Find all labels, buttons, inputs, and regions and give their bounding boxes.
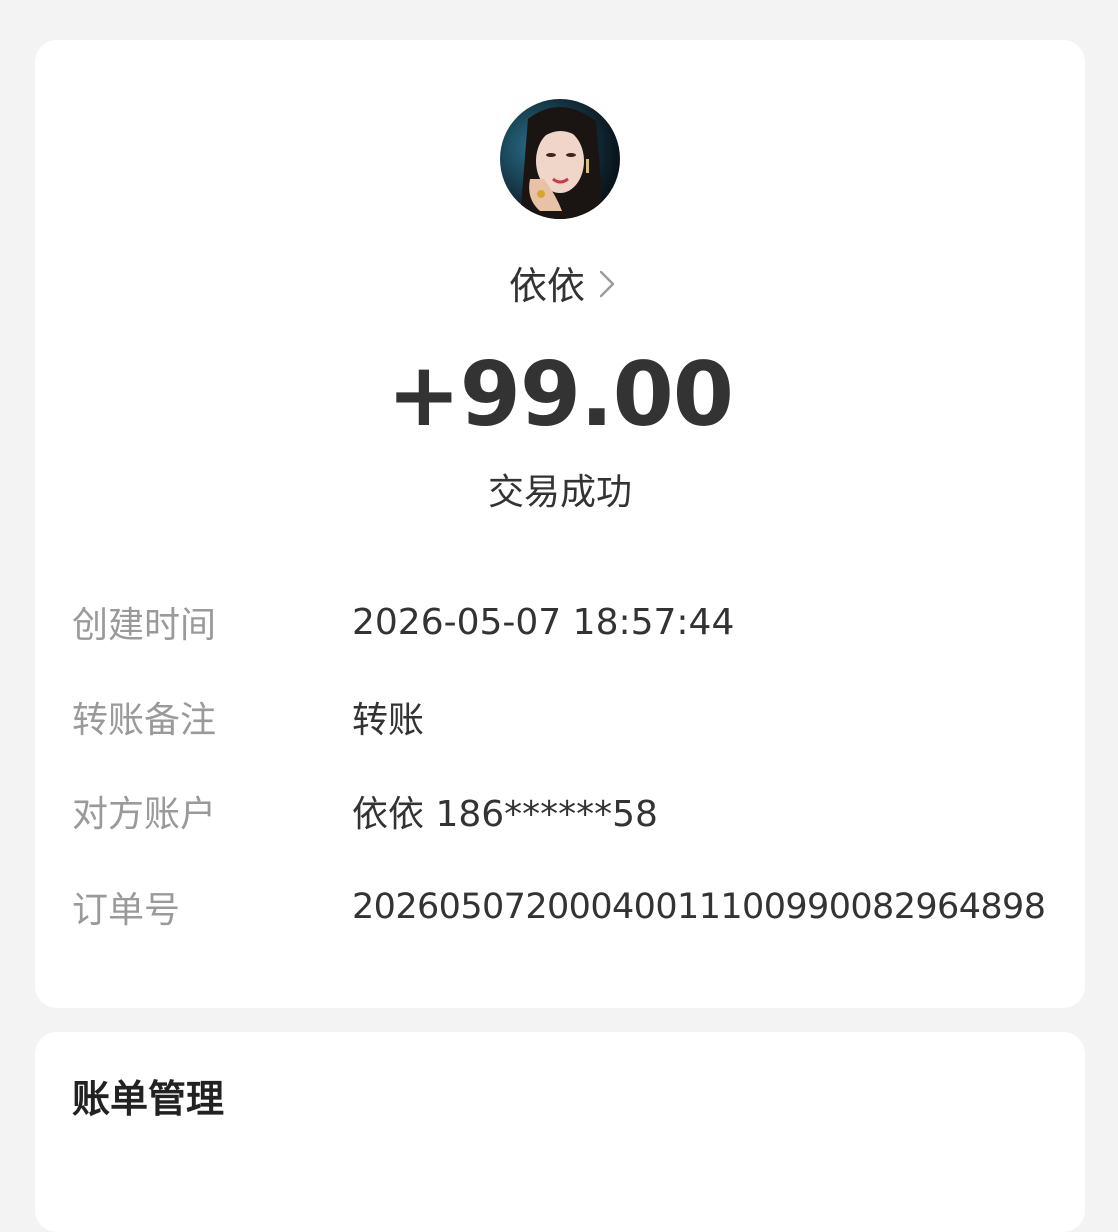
detail-row-counterparty-account: 对方账户 依依 186******58 <box>72 783 1072 839</box>
avatar[interactable] <box>500 99 620 219</box>
detail-label: 转账备注 <box>72 700 217 741</box>
detail-row-created-time: 创建时间 2026-05-07 18:57:44 <box>72 594 1072 650</box>
transaction-amount: +99.00 <box>386 343 734 446</box>
detail-label: 订单号 <box>72 890 181 931</box>
chevron-right-icon <box>599 270 615 298</box>
order-number[interactable]: 20260507200040011100990082964898 <box>352 887 1046 927</box>
bill-management-card[interactable]: 账单管理 <box>35 1032 1085 1232</box>
detail-label: 创建时间 <box>72 605 217 646</box>
detail-value: 2026-05-07 18:57:44 <box>352 601 735 643</box>
payee-name: 依依 <box>508 263 585 308</box>
transaction-status: 交易成功 <box>487 472 632 513</box>
transaction-detail-card: 依依 +99.00 交易成功 创建时间 2026-05-07 18:57:44 … <box>35 40 1085 1008</box>
detail-row-order-number: 订单号 20260507200040011100990082964898 <box>72 879 1072 935</box>
detail-label: 对方账户 <box>72 794 217 835</box>
payee-name-row[interactable]: 依依 <box>35 252 1085 312</box>
detail-value[interactable]: 依依 186******58 <box>352 785 658 837</box>
detail-value: 转账 <box>352 700 425 741</box>
detail-row-remark: 转账备注 转账 <box>72 689 1072 745</box>
bill-management-title: 账单管理 <box>72 1077 225 1121</box>
